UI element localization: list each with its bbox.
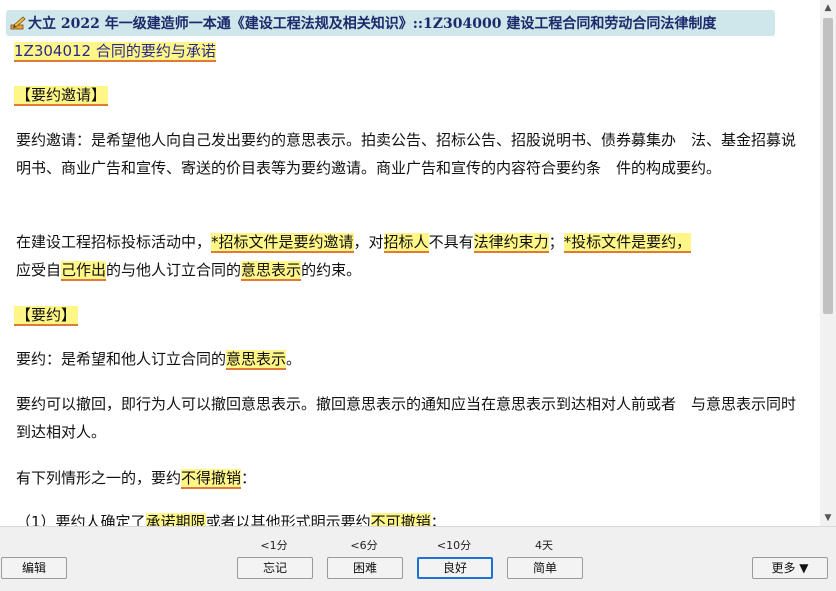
pencil-icon — [10, 16, 26, 34]
easy-button[interactable]: 简单 — [507, 557, 583, 579]
hard-button[interactable]: 困难 — [327, 557, 403, 579]
hard-interval: <6分 — [350, 539, 378, 552]
vertical-scrollbar[interactable]: ▲ ▼ — [820, 0, 836, 526]
review-footer: 编辑 <1分 <6分 <10分 4天 忘记 困难 良好 简单 更多 ▼ — [0, 526, 836, 591]
good-interval: <10分 — [436, 539, 472, 552]
scrollbar-thumb[interactable] — [823, 18, 833, 314]
card-content: 大立 2022 年一级建造师一本通《建设工程法规及相关知识》::1Z304000… — [0, 0, 820, 526]
scroll-down-arrow-icon[interactable]: ▼ — [820, 510, 836, 526]
good-button[interactable]: 良好 — [417, 557, 493, 579]
more-button[interactable]: 更多 ▼ — [752, 557, 828, 579]
again-interval: <1分 — [260, 539, 288, 552]
easy-interval: 4天 — [535, 539, 553, 552]
card-title-bar: 大立 2022 年一级建造师一本通《建设工程法规及相关知识》::1Z304000… — [6, 10, 775, 36]
paragraph-item-1: （1）要约人确定了承诺期限或者以其他形式明示要约不可撤销； — [16, 508, 802, 526]
card-title-text: 大立 2022 年一级建造师一本通《建设工程法规及相关知识》::1Z304000… — [28, 16, 717, 32]
scroll-up-arrow-icon[interactable]: ▲ — [820, 0, 836, 16]
heading-offer: 【要约】 — [14, 306, 79, 326]
paragraph-withdraw: 要约可以撤回，即行为人可以撤回意思表示。撤回意思表示的通知应当在意思表示到达相对… — [16, 395, 797, 441]
again-button[interactable]: 忘记 — [237, 557, 313, 579]
heading-invitation: 【要约邀请】 — [14, 86, 109, 106]
section-code: 1Z304012 合同的要约与承诺 — [14, 42, 216, 62]
paragraph-offer-def: 要约：是希望和他人订立合同的意思表示。 — [16, 350, 302, 370]
paragraph-invitation: 要约邀请：是希望他人向自己发出要约的意思表示。拍卖公告、招标公告、招股说明书、债… — [16, 131, 797, 177]
edit-button[interactable]: 编辑 — [1, 557, 67, 579]
paragraph-irrevocable: 有下列情形之一的，要约不得撤销： — [16, 469, 257, 489]
paragraph-bidding: 在建设工程招标投标活动中，*招标文件是要约邀请，对招标人不具有法律约束力；*投标… — [16, 233, 692, 281]
